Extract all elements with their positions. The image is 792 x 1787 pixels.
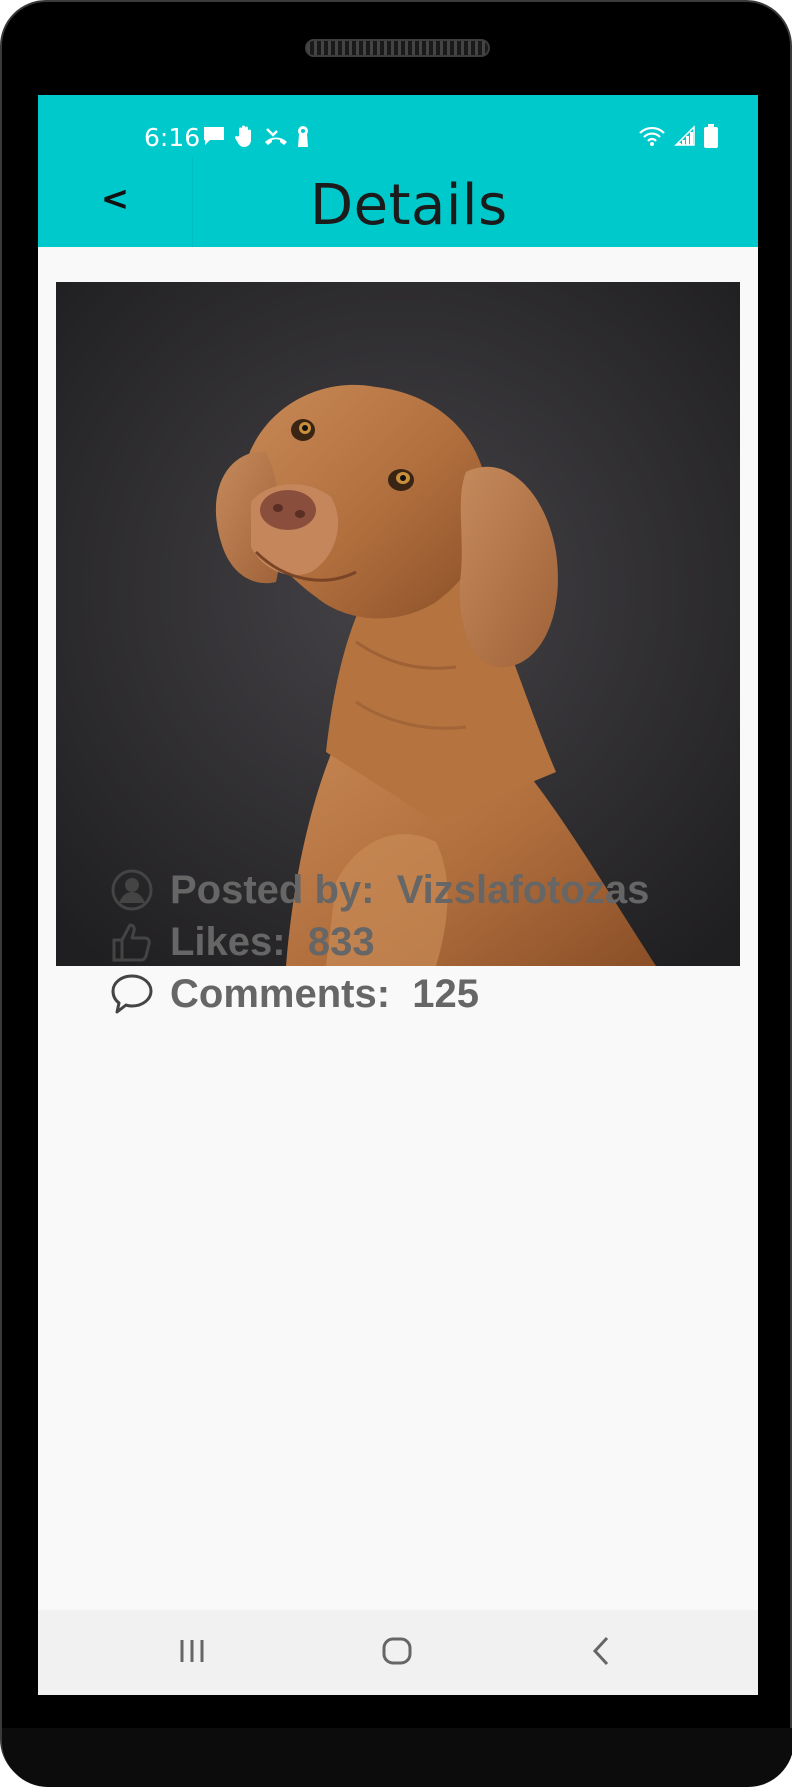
message-icon <box>202 125 226 147</box>
recent-apps-button[interactable] <box>162 1628 222 1678</box>
back-icon <box>590 1635 614 1672</box>
hand-icon <box>234 124 256 148</box>
comments-row: Comments: 125 <box>110 969 479 1019</box>
posted-by-value: Vizslafotozas <box>396 867 650 912</box>
likes-row: Likes: 833 <box>110 917 375 967</box>
posted-by-row: Posted by: Vizslafotozas <box>110 865 649 915</box>
phone-bottom-bezel <box>2 1728 792 1787</box>
app-bar-divider <box>192 157 193 247</box>
missed-call-icon <box>264 125 288 147</box>
wifi-icon <box>638 125 666 147</box>
status-bar: 6:16 <box>38 95 758 152</box>
system-nav-bar <box>38 1610 758 1695</box>
likes-text: Likes: 833 <box>170 920 375 965</box>
back-button[interactable]: < <box>88 177 142 221</box>
thumbs-up-icon <box>110 920 154 964</box>
posted-by-text: Posted by: Vizslafotozas <box>170 868 649 913</box>
likes-value: 833 <box>307 919 375 964</box>
app-bar: 6:16 < Details <box>38 95 758 247</box>
post-photo <box>56 282 740 966</box>
earpiece-speaker <box>305 39 490 57</box>
home-button[interactable] <box>367 1628 427 1678</box>
comments-text: Comments: 125 <box>170 972 479 1017</box>
home-icon <box>381 1635 413 1672</box>
user-icon <box>110 868 154 912</box>
phone-frame: 6:16 < Details Posted by: Vizslafotozas … <box>0 0 792 1787</box>
comments-value: 125 <box>412 971 480 1016</box>
speech-bubble-icon <box>110 972 154 1016</box>
status-time: 6:16 <box>144 123 201 152</box>
recent-apps-icon <box>177 1637 207 1670</box>
signal-icon <box>674 125 696 147</box>
keyhole-icon <box>296 124 310 148</box>
screen: 6:16 < Details Posted by: Vizslafotozas … <box>38 95 758 1695</box>
page-title: Details <box>310 173 508 238</box>
posted-by-label: Posted by: <box>170 867 375 912</box>
comments-label: Comments: <box>170 971 391 1016</box>
likes-label: Likes: <box>170 919 286 964</box>
nav-back-button[interactable] <box>572 1628 632 1678</box>
battery-icon <box>704 124 718 148</box>
